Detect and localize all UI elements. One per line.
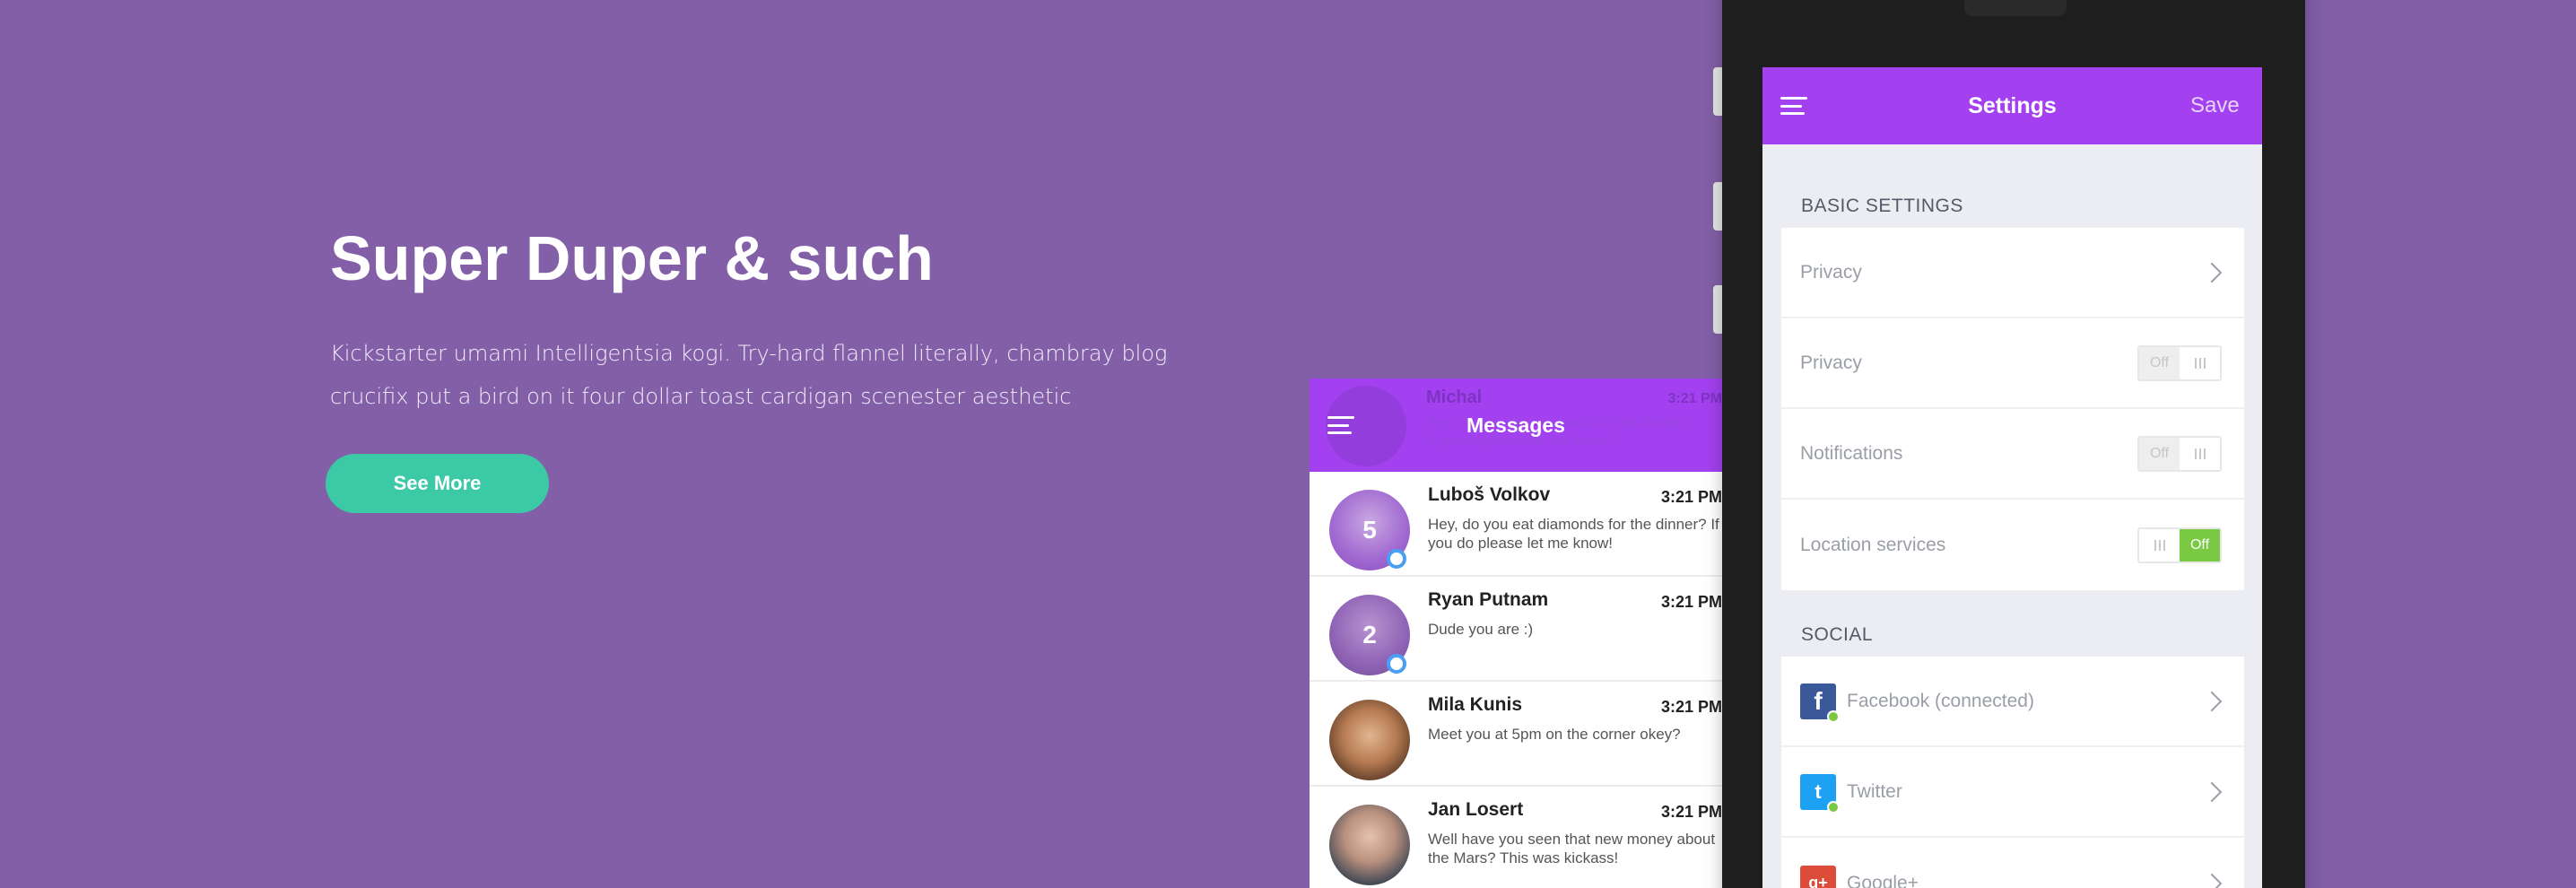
chevron-right-icon [2201,262,2223,283]
message-time: 3:21 PM [1660,698,1722,716]
settings-row-privacy[interactable]: Privacy [1781,228,2244,318]
hero-description-line2: crucifix put a bird on it four dollar to… [330,384,1072,409]
message-time: 3:21 PM [1660,488,1722,506]
settings-screen: Settings Save BASIC SETTINGS Privacy Pri… [1762,67,2262,888]
ghost-name: Michal [1426,387,1483,407]
settings-row-notifications: Notifications Off [1781,409,2244,500]
row-label: Twitter [1847,780,1902,802]
toggle-state: Off [2139,346,2180,379]
check-icon [1827,800,1840,814]
menu-icon[interactable] [1780,97,1807,115]
list-item[interactable]: 5 Luboš Volkov 3:21 PM Hey, do you eat d… [1310,472,1722,577]
messages-screen: Michal Hey, do you eat diamonds for the … [1310,379,1722,888]
hero-description: Kickstarter umami Intelligentsia kogi. T… [330,332,1182,418]
message-preview: Dude you are :) [1428,621,1534,638]
avatar [1329,700,1410,780]
chevron-right-icon [2201,691,2223,711]
contact-name: Luboš Volkov [1428,484,1551,505]
messages-title: Messages [1466,413,1565,437]
row-label: Google+ [1847,872,1919,888]
basic-settings-card: Privacy Privacy Off Notifications Off Lo… [1781,228,2244,590]
chevron-right-icon [2201,781,2223,802]
message-preview: Well have you seen that new money about … [1428,831,1716,866]
row-label: Facebook (connected) [1847,690,2034,711]
contact-name: Jan Losert [1428,799,1524,820]
row-label: Privacy [1800,352,1862,373]
row-label: Notifications [1800,442,1903,464]
list-item[interactable]: Jan Losert 3:21 PM Well have you seen th… [1310,787,1722,888]
toggle-state: Off [2180,528,2220,562]
message-preview: Hey, do you eat diamonds for the dinner?… [1428,516,1719,552]
section-title-social: SOCIAL [1801,624,1874,645]
messages-header: Michal Hey, do you eat diamonds for the … [1310,379,1722,472]
message-time: 3:21 PM [1660,803,1722,821]
notifications-toggle[interactable]: Off [2137,435,2222,472]
message-preview: Meet you at 5pm on the corner okey? [1428,726,1681,743]
settings-row-facebook[interactable]: f Facebook (connected) [1781,657,2244,747]
grip-icon [2139,528,2180,562]
check-icon [1827,710,1840,723]
toggle-state: Off [2139,437,2180,470]
grip-icon [2180,437,2220,470]
section-title-basic: BASIC SETTINGS [1801,196,1963,216]
social-settings-card: f Facebook (connected) t Twitter g+ Goog… [1781,657,2244,888]
menu-icon[interactable] [1327,416,1354,434]
row-label: Location services [1800,534,1946,555]
message-time: 3:21 PM [1660,593,1722,611]
location-services-toggle[interactable]: Off [2137,527,2222,563]
list-item[interactable]: Mila Kunis 3:21 PM Meet you at 5pm on th… [1310,682,1722,787]
settings-row-location: Location services Off [1781,500,2244,590]
online-indicator-icon [1387,549,1406,569]
message-list: 5 Luboš Volkov 3:21 PM Hey, do you eat d… [1310,472,1722,888]
see-more-button[interactable]: See More [326,454,549,513]
row-label: Privacy [1800,261,1862,283]
save-button[interactable]: Save [2190,93,2262,118]
settings-header: Settings Save [1762,67,2262,144]
hero-title: Super Duper & such [330,223,934,293]
google-plus-icon: g+ [1800,865,1836,888]
privacy-toggle[interactable]: Off [2137,344,2222,381]
twitter-icon: t [1800,773,1840,814]
avatar: 5 [1329,490,1410,570]
settings-row-privacy-toggle: Privacy Off [1781,318,2244,409]
settings-title: Settings [1968,92,2057,118]
contact-name: Mila Kunis [1428,694,1523,715]
online-indicator-icon [1387,654,1406,674]
grip-icon [2180,346,2220,379]
facebook-icon: f [1800,683,1840,723]
avatar: 2 [1329,595,1410,675]
list-item[interactable]: 2 Ryan Putnam 3:21 PM Dude you are :) [1310,577,1722,682]
contact-name: Ryan Putnam [1428,589,1549,610]
hero-description-line1: Kickstarter umami Intelligentsia kogi. T… [330,341,1168,366]
ghost-time: 3:21 PM [1667,391,1722,406]
settings-row-google[interactable]: g+ Google+ [1781,838,2244,888]
hero: Super Duper & such Kickstarter umami Int… [330,222,1209,418]
settings-row-twitter[interactable]: t Twitter [1781,747,2244,838]
chevron-right-icon [2201,873,2223,888]
avatar [1329,805,1410,885]
phone-speaker [1964,0,2067,16]
